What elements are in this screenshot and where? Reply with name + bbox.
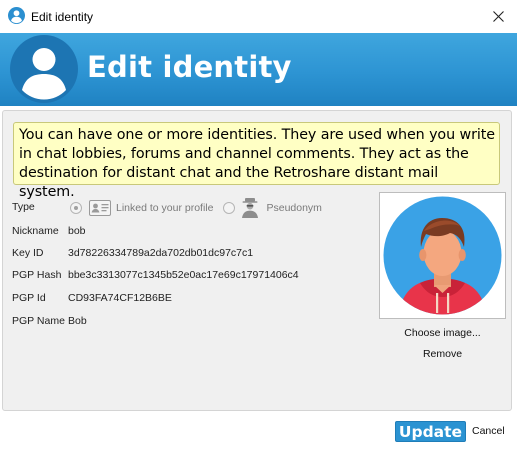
key-id-row: Key ID 3d78226334789a2da702db01dc97c7c1 xyxy=(12,246,372,260)
pseudonym-label[interactable]: Pseudonym xyxy=(266,201,321,215)
pgp-hash-value: bbe3c3313077c1345b52e0ac17e69c17971406c4 xyxy=(68,269,299,281)
nickname-value[interactable]: bob xyxy=(68,224,86,238)
key-id-label: Key ID xyxy=(12,247,44,259)
identity-panel: You can have one or more identities. The… xyxy=(2,110,512,411)
pgp-name-row: PGP Name Bob xyxy=(12,314,372,328)
anonymous-person-icon xyxy=(242,198,259,218)
type-options: Linked to your profile Pseudonym xyxy=(68,197,322,219)
remove-image-button[interactable]: Remove xyxy=(379,348,506,360)
pgp-name-value: Bob xyxy=(68,315,87,327)
choose-image-button[interactable]: Choose image... xyxy=(379,327,506,339)
nickname-label: Nickname xyxy=(12,225,59,237)
pseudonym-radio[interactable] xyxy=(223,202,236,214)
person-circle-icon xyxy=(10,35,78,103)
pgp-id-row: PGP Id CD93FA74CF12B6BE xyxy=(12,291,372,305)
pgp-name-label: PGP Name xyxy=(12,315,65,327)
type-label: Type xyxy=(12,201,35,213)
close-icon xyxy=(492,10,504,22)
person-circle-icon xyxy=(8,7,25,24)
avatar-image xyxy=(383,196,502,315)
type-row: Type Linked to your profile Pseudonym xyxy=(12,198,372,218)
linked-profile-label[interactable]: Linked to your profile xyxy=(116,201,213,215)
avatar-frame xyxy=(379,192,506,319)
profile-card-icon xyxy=(89,200,111,216)
header-banner: Edit identity xyxy=(0,33,517,106)
window-title: Edit identity xyxy=(31,10,94,24)
title-bar: Edit identity xyxy=(0,0,517,33)
pgp-hash-row: PGP Hash bbe3c3313077c1345b52e0ac17e69c1… xyxy=(12,268,372,282)
pgp-id-value: CD93FA74CF12B6BE xyxy=(68,292,172,304)
cancel-button[interactable]: Cancel xyxy=(472,425,505,437)
key-id-value: 3d78226334789a2da702db01dc97c7c1 xyxy=(68,247,254,259)
nickname-row: Nickname bob xyxy=(12,224,372,238)
info-note: You can have one or more identities. The… xyxy=(13,122,500,200)
update-button[interactable]: Update xyxy=(395,421,466,442)
pgp-hash-label: PGP Hash xyxy=(12,269,62,281)
close-button[interactable] xyxy=(487,5,509,27)
pgp-id-label: PGP Id xyxy=(12,292,46,304)
banner-title: Edit identity xyxy=(87,50,292,84)
linked-profile-radio[interactable] xyxy=(70,202,82,214)
